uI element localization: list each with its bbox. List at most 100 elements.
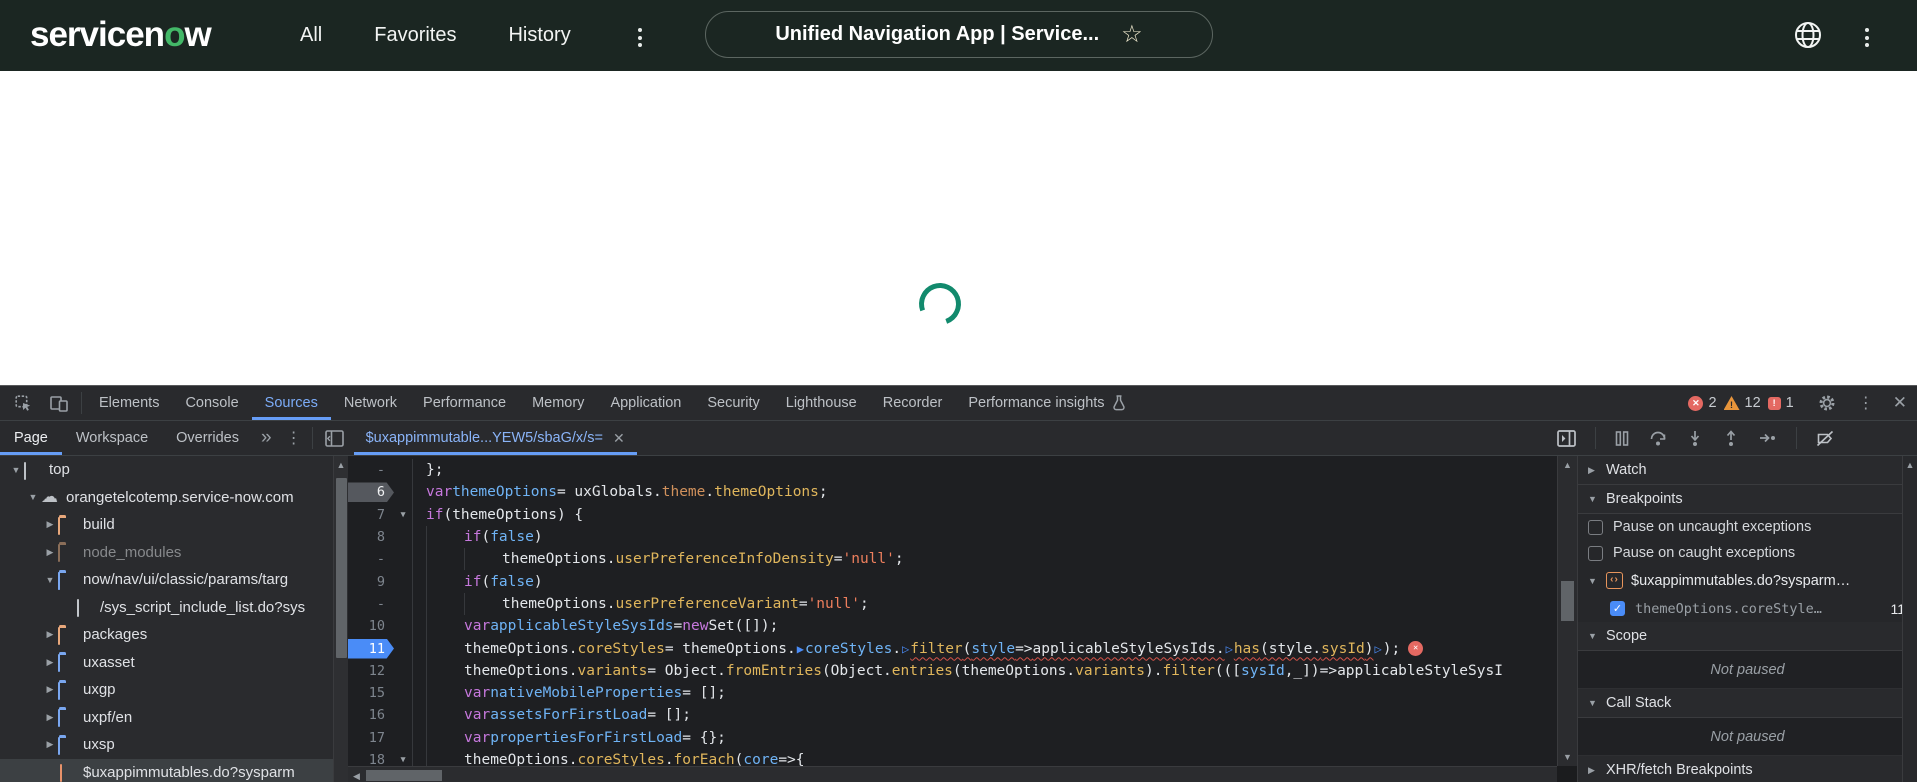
devtools-kebab-menu-icon[interactable]: ⋮ xyxy=(1852,393,1880,413)
tree-item[interactable]: ▶ packages xyxy=(0,621,348,649)
tab-console[interactable]: Console xyxy=(172,386,251,420)
tree-item[interactable]: ▶ build xyxy=(0,511,348,539)
step-over-icon[interactable] xyxy=(1644,430,1672,447)
line-number[interactable]: - xyxy=(348,549,394,569)
code-line[interactable]: 8 if (false) xyxy=(348,525,1557,549)
line-number[interactable]: 15 xyxy=(348,683,394,703)
editor-vertical-scrollbar[interactable]: ▲ ▼ xyxy=(1557,456,1577,766)
header-nav-all[interactable]: All xyxy=(300,24,322,47)
line-number[interactable]: 17 xyxy=(348,728,394,748)
file-tab-close-icon[interactable]: ✕ xyxy=(613,430,625,447)
code-editor[interactable]: -}; 6 var themeOptions = uxGlobals. theme. t… xyxy=(348,456,1577,782)
console-errors-badge[interactable]: 2 xyxy=(1688,395,1717,411)
line-number[interactable]: - xyxy=(348,460,394,480)
header-kebab-menu-icon[interactable] xyxy=(1861,24,1873,51)
step-into-icon[interactable] xyxy=(1682,430,1708,447)
tree-item[interactable]: ▼ now/nav/ui/classic/params/targ xyxy=(0,566,348,594)
tree-item[interactable]: ▶ uxpf/en xyxy=(0,704,348,732)
issues-badge[interactable]: 1 xyxy=(1767,395,1794,411)
sidebar-section-breakpoints[interactable]: ▼ Breakpoints xyxy=(1578,485,1917,514)
tab-performance-insights[interactable]: Performance insights xyxy=(955,386,1138,420)
code-line[interactable]: -}; xyxy=(348,459,1557,482)
sidebar-section-watch[interactable]: ▶ Watch xyxy=(1578,456,1917,485)
console-warnings-badge[interactable]: 12 xyxy=(1723,395,1761,411)
favorite-star-icon[interactable]: ☆ xyxy=(1121,22,1143,47)
line-number[interactable]: 16 xyxy=(348,705,394,725)
code-line[interactable]: 17 var propertiesForFirstLoad = {}; xyxy=(348,726,1557,749)
code-line[interactable]: 11 themeOptions. coreStyles = themeOptions… xyxy=(348,637,1557,660)
code-line[interactable]: 18 ▼ themeOptions. coreStyles. forEach(core =… xyxy=(348,748,1557,766)
inspect-element-icon[interactable] xyxy=(6,386,41,420)
devtools-close-icon[interactable]: ✕ xyxy=(1887,393,1913,413)
code-line[interactable]: 15 var nativeMobileProperties = []; xyxy=(348,681,1557,705)
tab-application[interactable]: Application xyxy=(597,386,694,420)
tab-recorder[interactable]: Recorder xyxy=(870,386,956,420)
editor-horizontal-scrollbar[interactable]: ◀ xyxy=(348,766,1557,782)
code-line[interactable]: 10 var applicableStyleSysIds = new Set([]… xyxy=(348,615,1557,638)
header-nav-history[interactable]: History xyxy=(508,24,570,47)
tree-item[interactable]: $uxappimmutables.do?sysparm xyxy=(0,758,348,782)
tab-lighthouse[interactable]: Lighthouse xyxy=(773,386,870,420)
header-overflow-menu-icon[interactable] xyxy=(634,24,646,51)
code-line[interactable]: - themeOptions. userPreferenceInfoDensity … xyxy=(348,548,1557,571)
checkbox[interactable] xyxy=(1588,545,1603,561)
sidebar-section-call-stack[interactable]: ▼ Call Stack xyxy=(1578,689,1917,718)
step-out-icon[interactable] xyxy=(1718,429,1744,447)
line-number[interactable]: 8 xyxy=(348,527,394,547)
device-toolbar-icon[interactable] xyxy=(41,386,77,420)
line-number[interactable]: 18 xyxy=(348,750,394,766)
line-number[interactable]: 7 xyxy=(348,505,394,525)
app-title-pill[interactable]: Unified Navigation App | Service... ☆ xyxy=(705,11,1213,58)
header-nav-favorites[interactable]: Favorites xyxy=(374,24,456,47)
navigator-tab-overrides[interactable]: Overrides xyxy=(162,421,253,455)
line-number[interactable]: 10 xyxy=(348,616,394,636)
line-number[interactable]: 6 xyxy=(348,482,394,503)
line-number[interactable]: - xyxy=(348,594,394,614)
sidebar-section-xhr-fetch-breakpoints[interactable]: ▶ XHR/fetch Breakpoints xyxy=(1578,756,1917,782)
code-line[interactable]: 12 themeOptions. variants = Object. fromEnt… xyxy=(348,659,1557,682)
tree-item[interactable]: ▶ uxsp xyxy=(0,731,348,759)
line-number[interactable]: 12 xyxy=(348,661,394,681)
tree-item[interactable]: ▼ top xyxy=(0,456,348,484)
sidebar-section-scope[interactable]: ▼ Scope xyxy=(1578,622,1917,651)
breakpoint-checkbox[interactable] xyxy=(1610,601,1625,616)
navigator-tab-page[interactable]: Page xyxy=(0,421,62,455)
pause-script-icon[interactable] xyxy=(1610,430,1634,446)
more-navigator-tabs-icon[interactable]: » xyxy=(253,421,280,455)
tab-security[interactable]: Security xyxy=(694,386,772,420)
breakpoint-file-group[interactable]: ▼$uxappimmutables.do?sysparm… xyxy=(1578,566,1917,595)
step-icon[interactable] xyxy=(1754,430,1782,446)
navigator-tab-workspace[interactable]: Workspace xyxy=(62,421,162,455)
globe-icon[interactable] xyxy=(1792,19,1824,51)
pause-exceptions-checkbox-row[interactable]: Pause on uncaught exceptions xyxy=(1578,514,1917,540)
pause-exceptions-checkbox-row[interactable]: Pause on caught exceptions xyxy=(1578,540,1917,566)
hide-navigator-icon[interactable] xyxy=(317,421,352,455)
tab-memory[interactable]: Memory xyxy=(519,386,597,420)
deactivate-breakpoints-icon[interactable] xyxy=(1811,430,1839,447)
tree-item[interactable]: ▶ uxasset xyxy=(0,649,348,677)
tab-performance[interactable]: Performance xyxy=(410,386,519,420)
code-line[interactable]: 7 ▼ if (themeOptions) { xyxy=(348,503,1557,526)
devtools-settings-gear-icon[interactable] xyxy=(1809,394,1845,412)
line-number[interactable]: 11 xyxy=(348,638,394,659)
tree-item[interactable]: ▶ node_modules xyxy=(0,539,348,567)
code-line[interactable]: - themeOptions. userPreferenceVariant = 'n… xyxy=(348,592,1557,616)
expand-debug-sidebar-icon[interactable] xyxy=(1552,429,1581,447)
line-number[interactable]: 9 xyxy=(348,572,394,592)
code-line[interactable]: 16 var assetsForFirstLoad = []; xyxy=(348,704,1557,727)
navigator-kebab-menu-icon[interactable]: ⋮ xyxy=(280,428,308,448)
code-line[interactable]: 6 var themeOptions = uxGlobals. theme. them… xyxy=(348,481,1557,504)
open-file-tab[interactable]: $uxappimmutable...YEW5/sbaG/x/s= ✕ xyxy=(354,421,637,455)
code-line[interactable]: 9 if (false) xyxy=(348,570,1557,593)
sidebar-scrollbar[interactable]: ▲ xyxy=(1902,456,1917,782)
tab-elements[interactable]: Elements xyxy=(86,386,172,420)
tab-network[interactable]: Network xyxy=(331,386,410,420)
tree-scrollbar[interactable]: ▲ xyxy=(333,456,348,782)
tree-item[interactable]: ▼ ☁ orangetelcotemp.service-now.com xyxy=(0,484,348,512)
breakpoint-entry[interactable]: themeOptions.coreStyle…11 xyxy=(1578,595,1917,622)
tree-item[interactable]: /sys_script_include_list.do?sys xyxy=(0,594,348,622)
servicenow-logo[interactable]: servicenow xyxy=(30,15,212,55)
checkbox[interactable] xyxy=(1588,519,1603,535)
tab-sources[interactable]: Sources xyxy=(252,386,331,420)
tree-item[interactable]: ▶ uxgp xyxy=(0,676,348,704)
